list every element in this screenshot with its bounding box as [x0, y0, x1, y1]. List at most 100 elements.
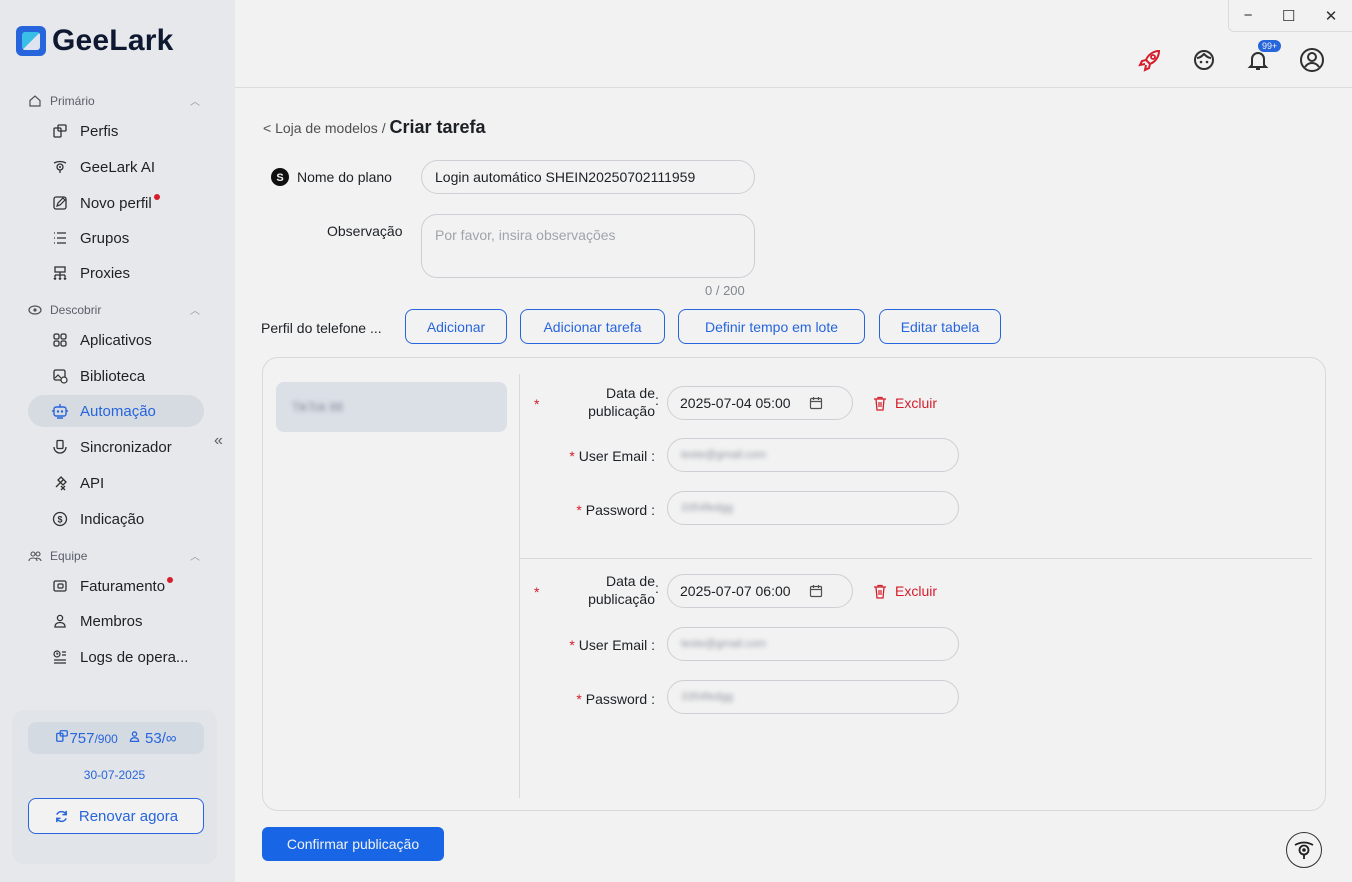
- main-content: < Loja de modelos / Criar tarefa S Nome …: [235, 89, 1352, 882]
- device-list-item[interactable]: TikTok 88: [276, 382, 507, 432]
- email-input[interactable]: teste@gmail.com: [667, 627, 959, 661]
- calendar-icon: [809, 585, 822, 598]
- notification-dot: [167, 577, 174, 583]
- sidebar-item-label: Automação: [80, 402, 156, 420]
- support-button[interactable]: [1188, 44, 1220, 76]
- publish-date-label-line1: Data de: [605, 385, 655, 401]
- apps-icon: [50, 330, 70, 350]
- email-value: teste@gmail.com: [681, 638, 767, 650]
- sidebar-item-biblioteca[interactable]: Biblioteca: [28, 360, 204, 392]
- sidebar-item-novo-perfil[interactable]: Novo perfil: [28, 187, 204, 219]
- phone-profile-label: Perfil do telefone ...: [261, 320, 382, 336]
- publish-date-label-line1: Data de: [605, 573, 655, 589]
- sidebar-item-label: Sincronizador: [80, 438, 172, 456]
- note-textarea[interactable]: Por favor, insira observações: [421, 214, 755, 278]
- sidebar: GeeLark Primário ︿ Perfis GeeLark AI Nov…: [0, 0, 235, 882]
- section-label: Primário: [50, 93, 95, 108]
- trash-icon: [874, 584, 886, 599]
- delete-task-button[interactable]: Excluir: [873, 583, 937, 599]
- sidebar-item-label: Biblioteca: [80, 367, 146, 385]
- logs-icon: [50, 647, 70, 667]
- publish-date-label-line2: publicação: [588, 403, 655, 419]
- account-button[interactable]: [1296, 44, 1328, 76]
- members-total: /∞: [161, 729, 177, 747]
- colon: :: [655, 392, 659, 408]
- sidebar-item-automacao[interactable]: Automação: [28, 395, 204, 427]
- horizontal-divider: [519, 558, 1312, 559]
- breadcrumb: < Loja de modelos / Criar tarefa: [263, 117, 486, 138]
- proxy-icon: [50, 263, 70, 283]
- rocket-button[interactable]: [1134, 44, 1166, 76]
- edit-icon: [50, 193, 70, 213]
- user-icon: [50, 611, 70, 631]
- api-icon: [50, 473, 70, 493]
- sidebar-item-label: Indicação: [80, 510, 145, 528]
- maximize-button[interactable]: ☐: [1282, 7, 1295, 25]
- profiles-icon: [50, 121, 70, 141]
- sync-icon: [50, 437, 70, 457]
- sidebar-item-aplicativos[interactable]: Aplicativos: [28, 324, 204, 356]
- minimize-button[interactable]: −: [1244, 7, 1253, 24]
- publish-date-input[interactable]: 2025-07-04 05:00: [667, 386, 853, 420]
- note-char-counter: 0 / 200: [705, 283, 745, 298]
- user-icon: [129, 730, 140, 742]
- password-input[interactable]: 3354fedgg: [667, 491, 959, 525]
- edit-table-button[interactable]: Editar tabela: [879, 309, 1001, 344]
- sidebar-item-proxies[interactable]: Proxies: [28, 257, 204, 289]
- note-label: Observação: [327, 223, 403, 239]
- chevron-up-icon: ︿: [190, 306, 200, 317]
- list-icon: [50, 228, 70, 248]
- dollar-icon: $: [50, 509, 70, 529]
- sidebar-item-label: Grupos: [80, 229, 130, 247]
- quota-summary: 757/900 53/∞: [28, 722, 204, 754]
- email-input[interactable]: teste@gmail.com: [667, 438, 959, 472]
- publish-date-input[interactable]: 2025-07-07 06:00: [667, 574, 853, 608]
- window-controls: − ☐ ✕: [1228, 0, 1352, 32]
- email-value: teste@gmail.com: [681, 449, 767, 461]
- add-task-button[interactable]: Adicionar tarefa: [520, 309, 665, 344]
- chevron-up-icon: ︿: [190, 97, 200, 108]
- plan-expire-date: 30-07-2025: [83, 768, 146, 782]
- sidebar-item-membros[interactable]: Membros: [28, 605, 204, 637]
- sidebar-item-label: GeeLark AI: [80, 158, 156, 176]
- sidebar-item-label: Aplicativos: [80, 331, 152, 349]
- password-label: * Password :: [576, 691, 655, 707]
- sidebar-item-perfis[interactable]: Perfis: [28, 115, 204, 147]
- confirm-highlight: Confirmar publicação: [258, 818, 448, 870]
- notifications-button[interactable]: 99+: [1242, 40, 1282, 76]
- batch-time-button[interactable]: Definir tempo em lote: [678, 309, 865, 344]
- sidebar-item-indicacao[interactable]: $ Indicação: [28, 503, 204, 535]
- renew-button[interactable]: Renovar agora: [28, 798, 204, 834]
- breadcrumb-back-link[interactable]: < Loja de modelos: [263, 120, 378, 136]
- sidebar-item-geelark-ai[interactable]: GeeLark AI: [28, 151, 204, 183]
- password-input[interactable]: 3354fedgg: [667, 680, 959, 714]
- plan-name-input[interactable]: Login automático SHEIN20250702111959: [421, 160, 755, 194]
- password-value: 3354fedgg: [681, 691, 733, 703]
- section-primario[interactable]: Primário ︿: [28, 93, 200, 108]
- section-descobrir[interactable]: Descobrir ︿: [28, 302, 200, 317]
- sidebar-item-logs[interactable]: Logs de opera...: [28, 641, 204, 673]
- profiles-total: /900: [94, 732, 118, 746]
- sidebar-item-faturamento[interactable]: Faturamento: [28, 570, 204, 602]
- add-button[interactable]: Adicionar: [405, 309, 507, 344]
- profiles-used: 757: [69, 730, 95, 747]
- user-avatar-icon: [1300, 48, 1324, 72]
- discover-icon: [28, 304, 42, 315]
- app-logo[interactable]: GeeLark: [16, 24, 173, 58]
- section-equipe[interactable]: Equipe ︿: [28, 548, 200, 563]
- publish-date-label-line2: publicação: [588, 591, 655, 607]
- close-button[interactable]: ✕: [1325, 7, 1338, 25]
- sidebar-item-label: Logs de opera...: [80, 648, 189, 666]
- svg-text:$: $: [57, 515, 62, 525]
- confirm-publish-button[interactable]: Confirmar publicação: [262, 827, 444, 861]
- assistant-fab[interactable]: [1286, 832, 1322, 868]
- team-icon: [28, 550, 42, 561]
- robot-icon: [50, 401, 70, 421]
- collapse-sidebar-button[interactable]: «: [214, 432, 223, 450]
- delete-label: Excluir: [895, 583, 938, 599]
- sidebar-item-sincronizador[interactable]: Sincronizador: [28, 431, 204, 463]
- ai-icon: [50, 157, 70, 177]
- delete-task-button[interactable]: Excluir: [873, 395, 937, 411]
- sidebar-item-api[interactable]: API: [28, 467, 204, 499]
- sidebar-item-grupos[interactable]: Grupos: [28, 222, 204, 254]
